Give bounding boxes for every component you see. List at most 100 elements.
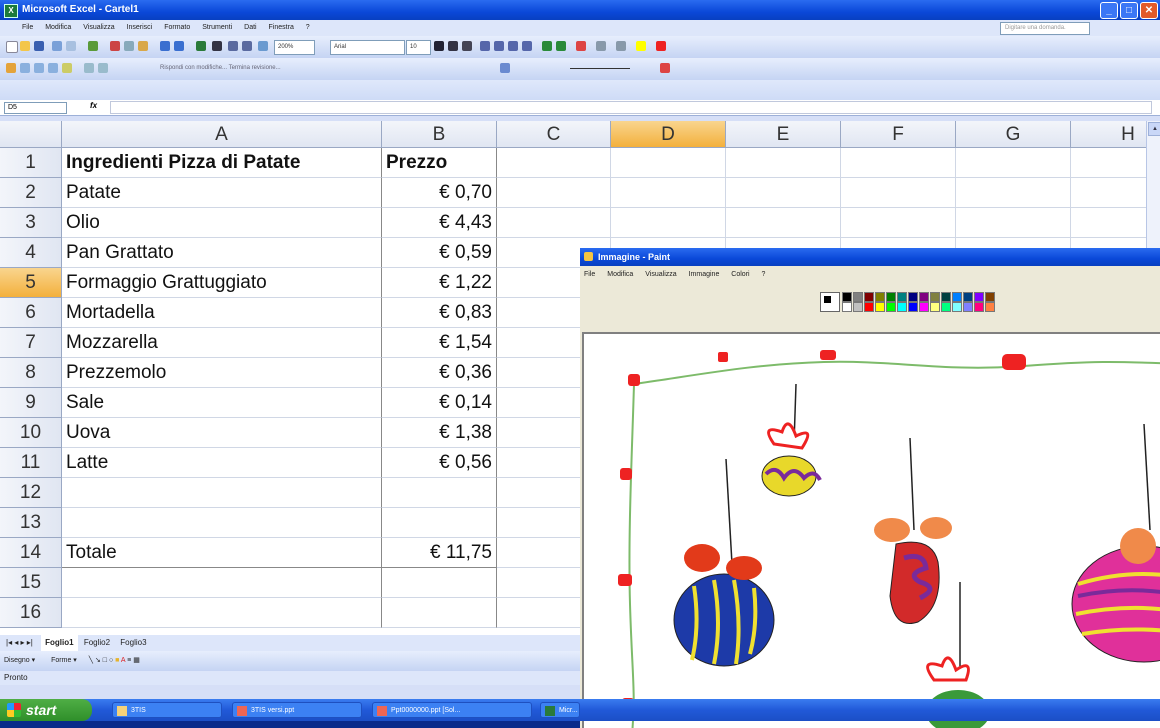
chart-wizard-icon[interactable] (258, 41, 268, 51)
color-swatch[interactable] (941, 292, 951, 302)
column-header-g[interactable]: G (956, 121, 1071, 148)
color-swatch[interactable] (897, 292, 907, 302)
sheet-tab-foglio1[interactable]: Foglio1 (41, 635, 78, 651)
new-document-icon[interactable] (6, 41, 18, 53)
color-swatch[interactable] (952, 302, 962, 312)
open-folder-icon[interactable] (20, 41, 30, 51)
column-header-c[interactable]: C (497, 121, 611, 148)
start-button[interactable]: start (0, 699, 92, 721)
select-all-corner[interactable] (0, 121, 62, 148)
menu-file[interactable]: File (22, 24, 33, 31)
comment-icon[interactable] (20, 63, 30, 73)
row-header[interactable]: 9 (0, 388, 62, 418)
font-color-icon[interactable] (656, 41, 666, 51)
sheet-tab-foglio2[interactable]: Foglio2 (80, 635, 114, 651)
undo-icon[interactable] (160, 41, 170, 51)
row-header[interactable]: 15 (0, 568, 62, 598)
cell-price[interactable]: € 0,83 (382, 298, 497, 328)
font-size-select[interactable]: 10 (406, 40, 431, 55)
scroll-up-icon[interactable]: ▲ (1148, 122, 1160, 136)
reject-change-icon[interactable] (84, 63, 94, 73)
next-change-icon[interactable] (98, 63, 108, 73)
color-swatch[interactable] (886, 302, 896, 312)
draw-menu[interactable]: Disegno ▾ (4, 657, 35, 664)
color-swatch[interactable] (864, 302, 874, 312)
cell-empty[interactable] (841, 178, 956, 208)
paint-title-bar[interactable]: Immagine - Paint (580, 248, 1160, 266)
color-swatch[interactable] (930, 292, 940, 302)
euro-icon[interactable] (576, 41, 586, 51)
row-header[interactable]: 5 (0, 268, 62, 298)
menu-modifica[interactable]: Modifica (45, 24, 71, 31)
cell-price[interactable]: € 0,36 (382, 358, 497, 388)
paint-menu-help[interactable]: ? (762, 271, 766, 278)
row-header[interactable]: 7 (0, 328, 62, 358)
cell-price[interactable]: Prezzo (382, 148, 497, 178)
merge-center-icon[interactable] (522, 41, 532, 51)
fill-tool-icon[interactable]: ■ (115, 657, 119, 664)
sheet-nav-icon[interactable]: |◂ ◂ ▸ ▸| (0, 638, 39, 647)
fill-color-icon[interactable] (636, 41, 646, 51)
cell-price[interactable]: € 1,22 (382, 268, 497, 298)
percent-icon[interactable] (556, 41, 566, 51)
close-button[interactable]: ✕ (1140, 2, 1158, 19)
copy-icon[interactable] (124, 41, 134, 51)
font-color-tool-icon[interactable]: A (121, 657, 125, 664)
line-style-preview[interactable] (570, 68, 630, 69)
color-swatch[interactable] (908, 302, 918, 312)
draw-line-style-icon[interactable] (500, 63, 510, 73)
cell-ingredient[interactable]: Prezzemolo (62, 358, 382, 388)
color-swatch[interactable] (886, 292, 896, 302)
highlight-icon[interactable] (62, 63, 72, 73)
cell-empty[interactable] (841, 208, 956, 238)
row-header[interactable]: 11 (0, 448, 62, 478)
cell-price[interactable]: € 0,14 (382, 388, 497, 418)
color-swatch[interactable] (842, 292, 852, 302)
cell-empty[interactable] (611, 178, 726, 208)
underline-icon[interactable] (462, 41, 472, 51)
cell-ingredient[interactable] (62, 568, 382, 598)
row-header[interactable]: 4 (0, 238, 62, 268)
cell-price[interactable] (382, 568, 497, 598)
color-swatch[interactable] (853, 292, 863, 302)
row-header[interactable]: 14 (0, 538, 62, 568)
column-header-b[interactable]: B (382, 121, 497, 148)
color-swatch[interactable] (853, 302, 863, 312)
cell-ingredient[interactable]: Latte (62, 448, 382, 478)
font-name-select[interactable]: Arial (330, 40, 405, 55)
save-icon[interactable] (34, 41, 44, 51)
color-swatch[interactable] (974, 292, 984, 302)
line-tool-icon[interactable]: ╲ (89, 657, 93, 664)
color-swatch[interactable] (875, 292, 885, 302)
row-header[interactable]: 8 (0, 358, 62, 388)
name-box[interactable]: D5 (4, 102, 67, 114)
menu-formato[interactable]: Formato (164, 24, 190, 31)
cell-ingredient[interactable] (62, 508, 382, 538)
paste-icon[interactable] (138, 41, 148, 51)
paint-menu-colori[interactable]: Colori (731, 271, 749, 278)
menu-dati[interactable]: Dati (244, 24, 256, 31)
ellipse-tool-icon[interactable]: ○ (109, 657, 113, 664)
row-header[interactable]: 10 (0, 418, 62, 448)
align-right-icon[interactable] (508, 41, 518, 51)
sort-descending-icon[interactable] (242, 41, 252, 51)
color-swatch[interactable] (952, 292, 962, 302)
cell-ingredient[interactable] (62, 478, 382, 508)
line-color-icon[interactable] (660, 63, 670, 73)
cell-empty[interactable] (1071, 178, 1146, 208)
bold-icon[interactable] (434, 41, 444, 51)
fx-icon[interactable]: fx (90, 101, 97, 110)
color-swatch[interactable] (985, 302, 995, 312)
color-swatch[interactable] (930, 302, 940, 312)
column-header-f[interactable]: F (841, 121, 956, 148)
track-changes-icon[interactable] (34, 63, 44, 73)
cell-empty[interactable] (497, 148, 611, 178)
taskbar-item[interactable]: Ppt0000000.ppt [Sol... (372, 702, 532, 718)
line-style-tool-icon[interactable]: ≡ (127, 657, 131, 664)
column-header-a[interactable]: A (62, 121, 382, 148)
cell-empty[interactable] (611, 208, 726, 238)
cell-ingredient[interactable]: Mozzarella (62, 328, 382, 358)
row-header[interactable]: 13 (0, 508, 62, 538)
cell-empty[interactable] (497, 178, 611, 208)
taskbar-item[interactable]: 3TIS versi.ppt (232, 702, 362, 718)
